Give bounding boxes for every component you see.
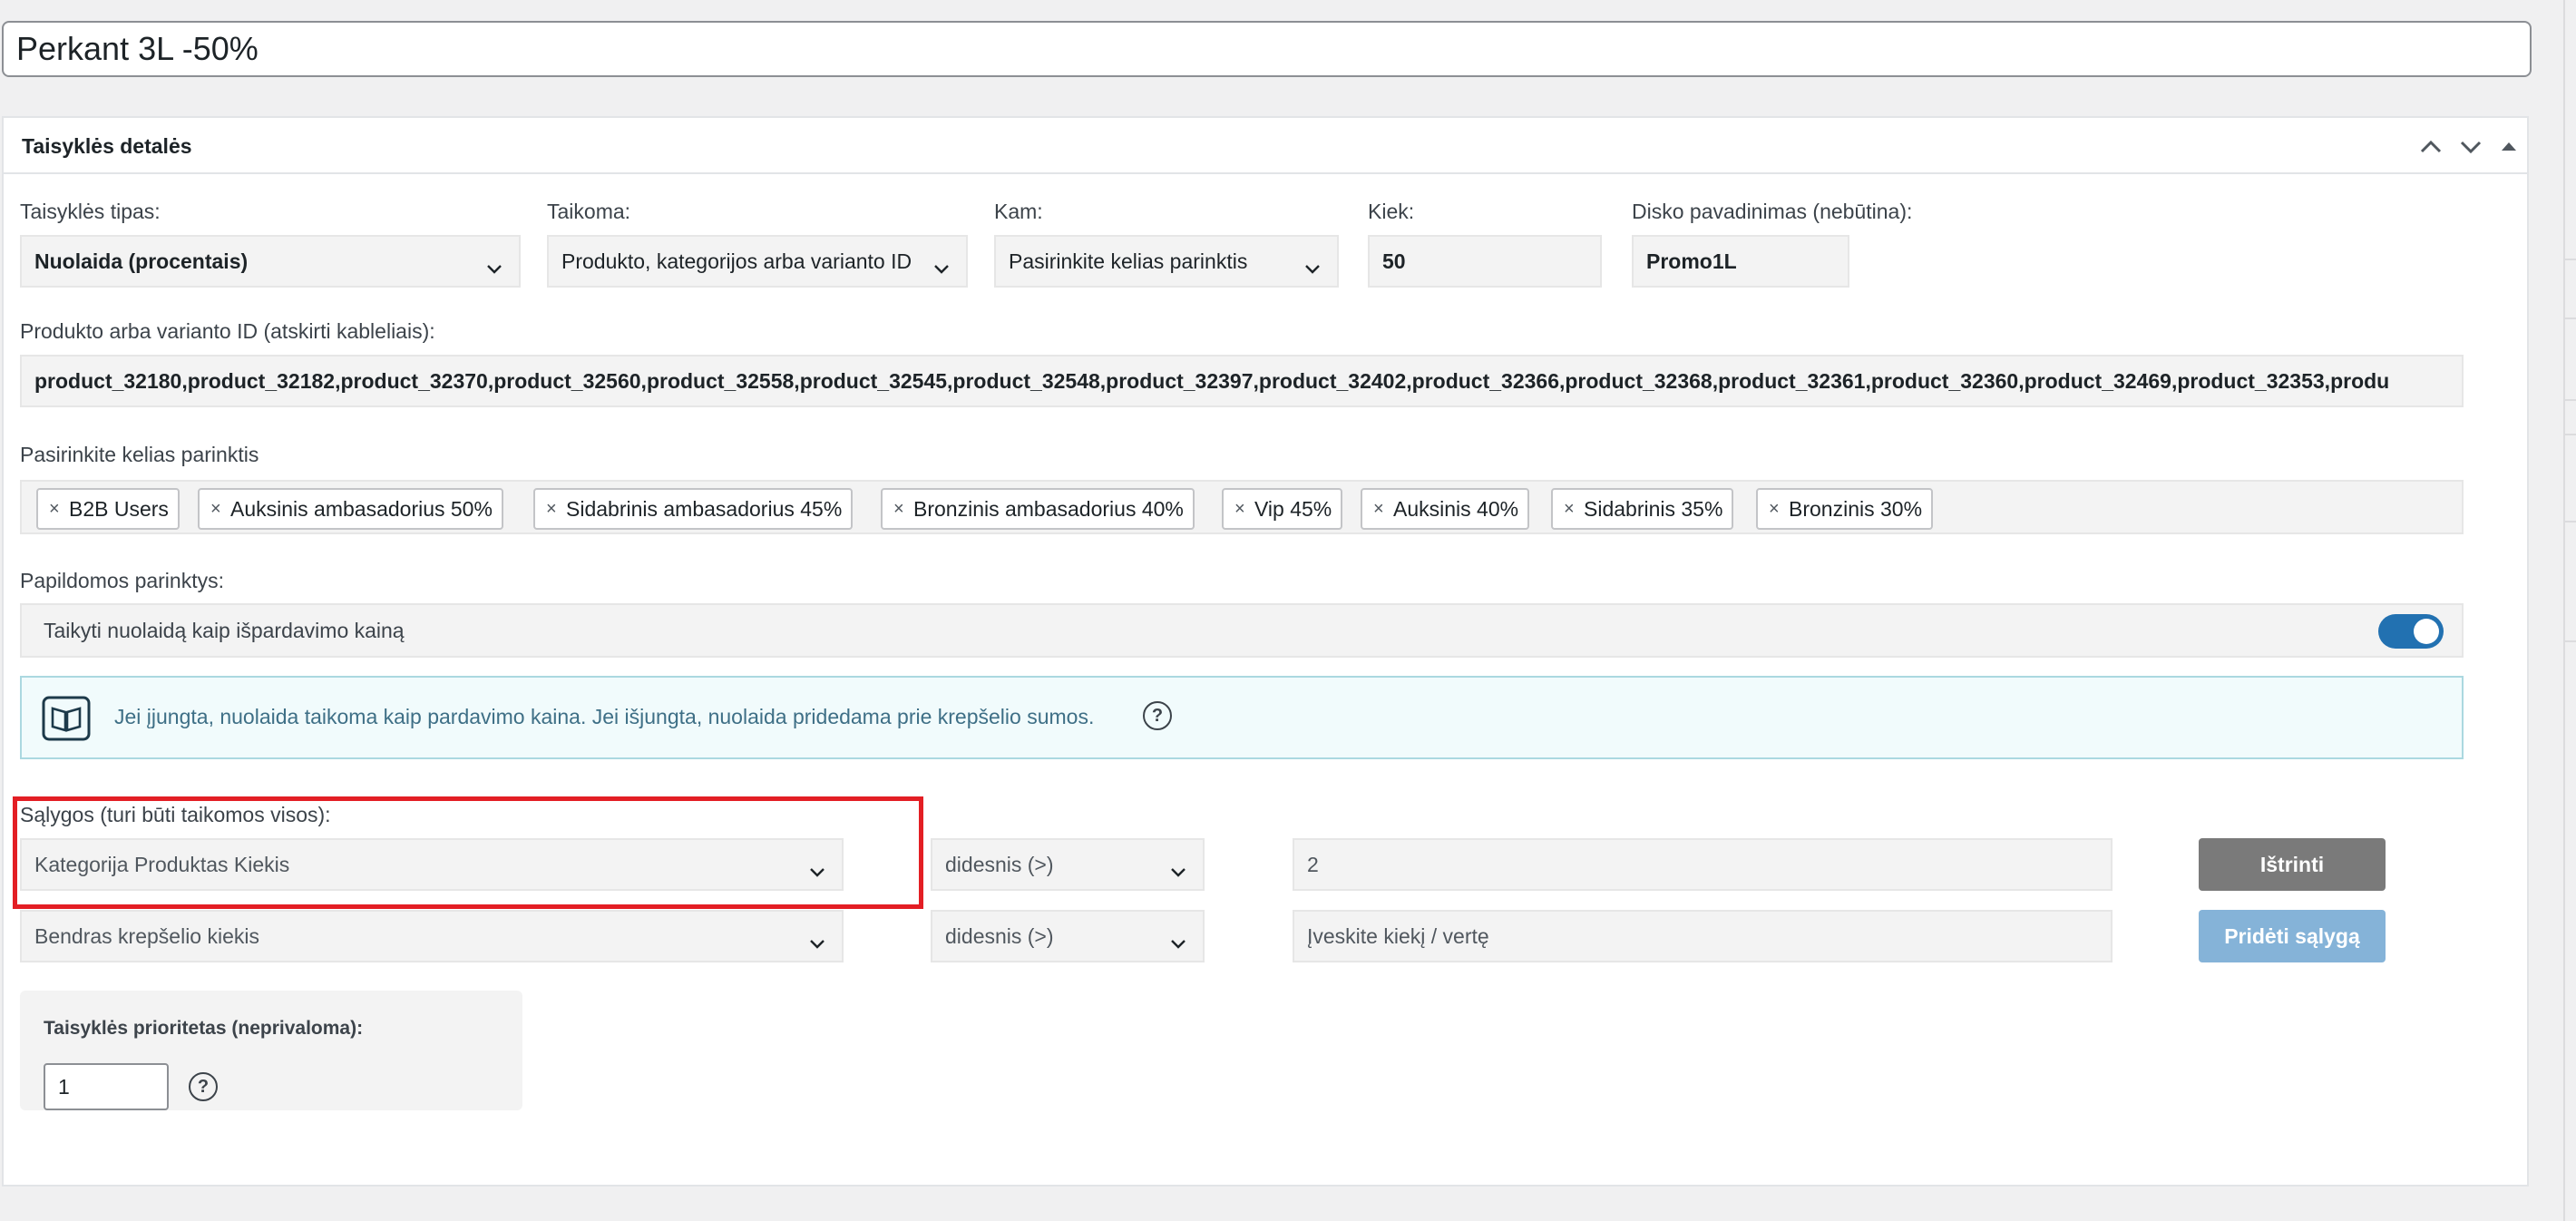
applies-to-label: Taikoma: bbox=[547, 200, 631, 223]
rule-title-input[interactable]: Perkant 3L -50% bbox=[2, 21, 2532, 77]
whom-select[interactable]: Pasirinkite kelias parinktis bbox=[994, 235, 1339, 288]
tag-item[interactable]: × Auksinis 40% bbox=[1361, 488, 1530, 530]
remove-tag-icon[interactable]: × bbox=[546, 490, 557, 528]
condition-type-value: Bendras krepšelio kiekis bbox=[34, 924, 260, 948]
delete-condition-button[interactable]: Ištrinti bbox=[2199, 838, 2386, 891]
amount-input[interactable]: 50 bbox=[1368, 235, 1602, 288]
sidebar-divider bbox=[2565, 640, 2576, 642]
tag-item[interactable]: × Vip 45% bbox=[1222, 488, 1343, 530]
chevron-down-icon bbox=[1301, 249, 1324, 274]
chevron-down-icon bbox=[930, 249, 953, 274]
chevron-down-icon bbox=[805, 924, 829, 949]
priority-box: Taisyklės prioritetas (neprivaloma): 1 ? bbox=[20, 991, 522, 1110]
info-text: Jei įjungta, nuolaida taikoma kaip parda… bbox=[114, 705, 1095, 728]
sidebar-divider bbox=[2565, 259, 2576, 260]
sidebar-divider bbox=[2565, 521, 2576, 523]
whom-label: Kam: bbox=[994, 200, 1043, 223]
chevron-down-icon bbox=[1166, 853, 1190, 877]
remove-tag-icon[interactable]: × bbox=[1234, 490, 1245, 528]
help-icon[interactable]: ? bbox=[1143, 701, 1172, 730]
condition-type-select[interactable]: Bendras krepšelio kiekis bbox=[20, 910, 844, 962]
tag-item[interactable]: × Sidabrinis ambasadorius 45% bbox=[533, 488, 854, 530]
info-notice: Jei įjungta, nuolaida taikoma kaip parda… bbox=[20, 676, 2464, 759]
tag-item[interactable]: × Auksinis ambasadorius 50% bbox=[198, 488, 503, 530]
highlight-annotation bbox=[13, 796, 923, 909]
sale-price-toggle[interactable] bbox=[2378, 614, 2444, 649]
add-condition-button[interactable]: Pridėti sąlygą bbox=[2199, 910, 2386, 962]
rule-type-select[interactable]: Nuolaida (procentais) bbox=[20, 235, 521, 288]
extra-options-label: Papildomos parinktys: bbox=[20, 569, 224, 592]
discount-name-input[interactable]: Promo1L bbox=[1632, 235, 1849, 288]
sale-price-option-row: Taikyti nuolaidą kaip išpardavimo kainą bbox=[20, 603, 2464, 658]
chevron-down-icon bbox=[1166, 924, 1190, 949]
condition-value-input[interactable]: 2 bbox=[1293, 838, 2113, 891]
tag-item[interactable]: × Bronzinis 30% bbox=[1756, 488, 1934, 530]
sidebar-edge bbox=[2563, 0, 2576, 1221]
condition-operator-value: didesnis (>) bbox=[945, 924, 1054, 948]
rule-type-value: Nuolaida (procentais) bbox=[34, 249, 249, 273]
condition-operator-select[interactable]: didesnis (>) bbox=[931, 838, 1205, 891]
help-icon[interactable]: ? bbox=[189, 1072, 218, 1101]
tag-item[interactable]: × Sidabrinis 35% bbox=[1551, 488, 1734, 530]
move-up-icon[interactable] bbox=[2413, 129, 2449, 165]
collapse-toggle-icon[interactable] bbox=[2491, 129, 2527, 165]
amount-label: Kiek: bbox=[1368, 200, 1415, 223]
applies-to-value: Produkto, kategorijos arba varianto ID bbox=[561, 249, 912, 273]
panel-header: Taisyklės detalės bbox=[4, 118, 2527, 174]
condition-operator-select[interactable]: didesnis (>) bbox=[931, 910, 1205, 962]
panel-title: Taisyklės detalės bbox=[22, 134, 192, 158]
book-icon bbox=[42, 696, 91, 741]
remove-tag-icon[interactable]: × bbox=[210, 490, 221, 528]
remove-tag-icon[interactable]: × bbox=[893, 490, 904, 528]
sidebar-divider bbox=[2565, 317, 2576, 319]
remove-tag-icon[interactable]: × bbox=[1373, 490, 1384, 528]
remove-tag-icon[interactable]: × bbox=[49, 490, 60, 528]
priority-input[interactable]: 1 bbox=[44, 1063, 169, 1110]
move-down-icon[interactable] bbox=[2453, 129, 2489, 165]
discount-name-label: Disko pavadinimas (nebūtina): bbox=[1632, 200, 1913, 223]
whom-value: Pasirinkite kelias parinktis bbox=[1009, 249, 1248, 273]
tag-item[interactable]: × Bronzinis ambasadorius 40% bbox=[881, 488, 1195, 530]
toggle-knob bbox=[2414, 619, 2439, 644]
condition-operator-value: didesnis (>) bbox=[945, 853, 1054, 876]
priority-label: Taisyklės prioritetas (neprivaloma): bbox=[44, 1018, 364, 1039]
tag-item[interactable]: × B2B Users bbox=[36, 488, 180, 530]
sale-price-option-text: Taikyti nuolaidą kaip išpardavimo kainą bbox=[44, 619, 405, 642]
chevron-down-icon bbox=[483, 249, 506, 274]
remove-tag-icon[interactable]: × bbox=[1769, 490, 1780, 528]
multi-select-label: Pasirinkite kelias parinktis bbox=[20, 443, 259, 466]
product-ids-label: Produkto arba varianto ID (atskirti kabl… bbox=[20, 319, 435, 343]
sidebar-divider bbox=[2565, 434, 2576, 435]
applies-to-select[interactable]: Produkto, kategorijos arba varianto ID bbox=[547, 235, 968, 288]
sidebar-divider bbox=[2565, 399, 2576, 401]
remove-tag-icon[interactable]: × bbox=[1564, 490, 1575, 528]
product-ids-input[interactable]: product_32180,product_32182,product_3237… bbox=[20, 355, 2464, 407]
multi-select-tags[interactable]: × B2B Users × Auksinis ambasadorius 50% × S… bbox=[20, 480, 2464, 534]
condition-value-input[interactable]: Įveskite kiekį / vertę bbox=[1293, 910, 2113, 962]
rule-type-label: Taisyklės tipas: bbox=[20, 200, 161, 223]
